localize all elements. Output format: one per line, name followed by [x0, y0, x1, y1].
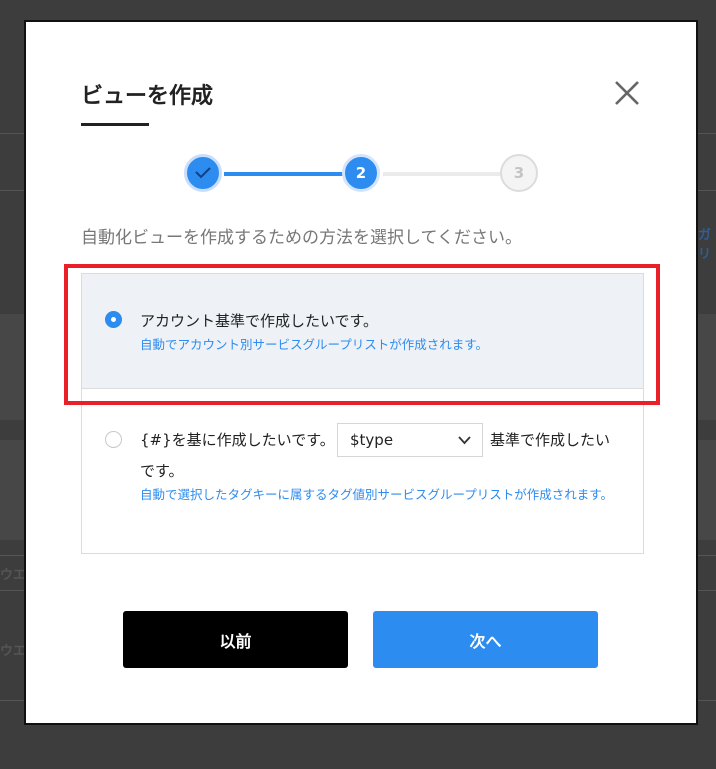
step-3-pending: 3	[500, 154, 538, 192]
tag-key-select[interactable]: $type	[337, 423, 483, 457]
background-text: ウエ	[0, 568, 27, 583]
option-tag-based[interactable]: {#}を基に作成したいです。 $type 基準で作成したい です。 自動で選択し…	[81, 388, 644, 554]
previous-button[interactable]: 以前	[123, 611, 348, 668]
selection-highlight	[64, 264, 660, 405]
close-button[interactable]	[611, 77, 643, 109]
next-button[interactable]: 次へ	[373, 611, 598, 668]
background-link: ガリ	[698, 228, 712, 262]
dialog-title: ビューを作成	[81, 84, 214, 109]
create-view-dialog: ビューを作成 2 3 自動化ビューを作成するための方法を選択してください。 アカ…	[24, 20, 698, 725]
step-2-current: 2	[342, 154, 380, 192]
option-label-suffix: 基準で作成したい	[490, 431, 611, 449]
option-description: 自動で選択したタグキーに属するタグ値別サービスグループリストが作成されます。	[140, 487, 614, 502]
step-connector-complete	[224, 172, 360, 176]
check-icon	[195, 167, 211, 179]
chevron-down-icon	[458, 436, 471, 445]
title-underline	[81, 123, 149, 126]
instruction-text: 自動化ビューを作成するための方法を選択してください。	[81, 228, 522, 248]
radio-tag-based[interactable]	[105, 431, 122, 448]
tag-key-select-value: $type	[350, 431, 394, 449]
close-icon	[615, 81, 639, 105]
option-label-end: です。	[140, 462, 184, 480]
step-1-done	[184, 154, 222, 192]
option-label-prefix: {#}を基に作成したいです。	[140, 431, 335, 449]
step-connector-pending	[383, 172, 519, 176]
background-text: ウエ	[0, 644, 27, 659]
